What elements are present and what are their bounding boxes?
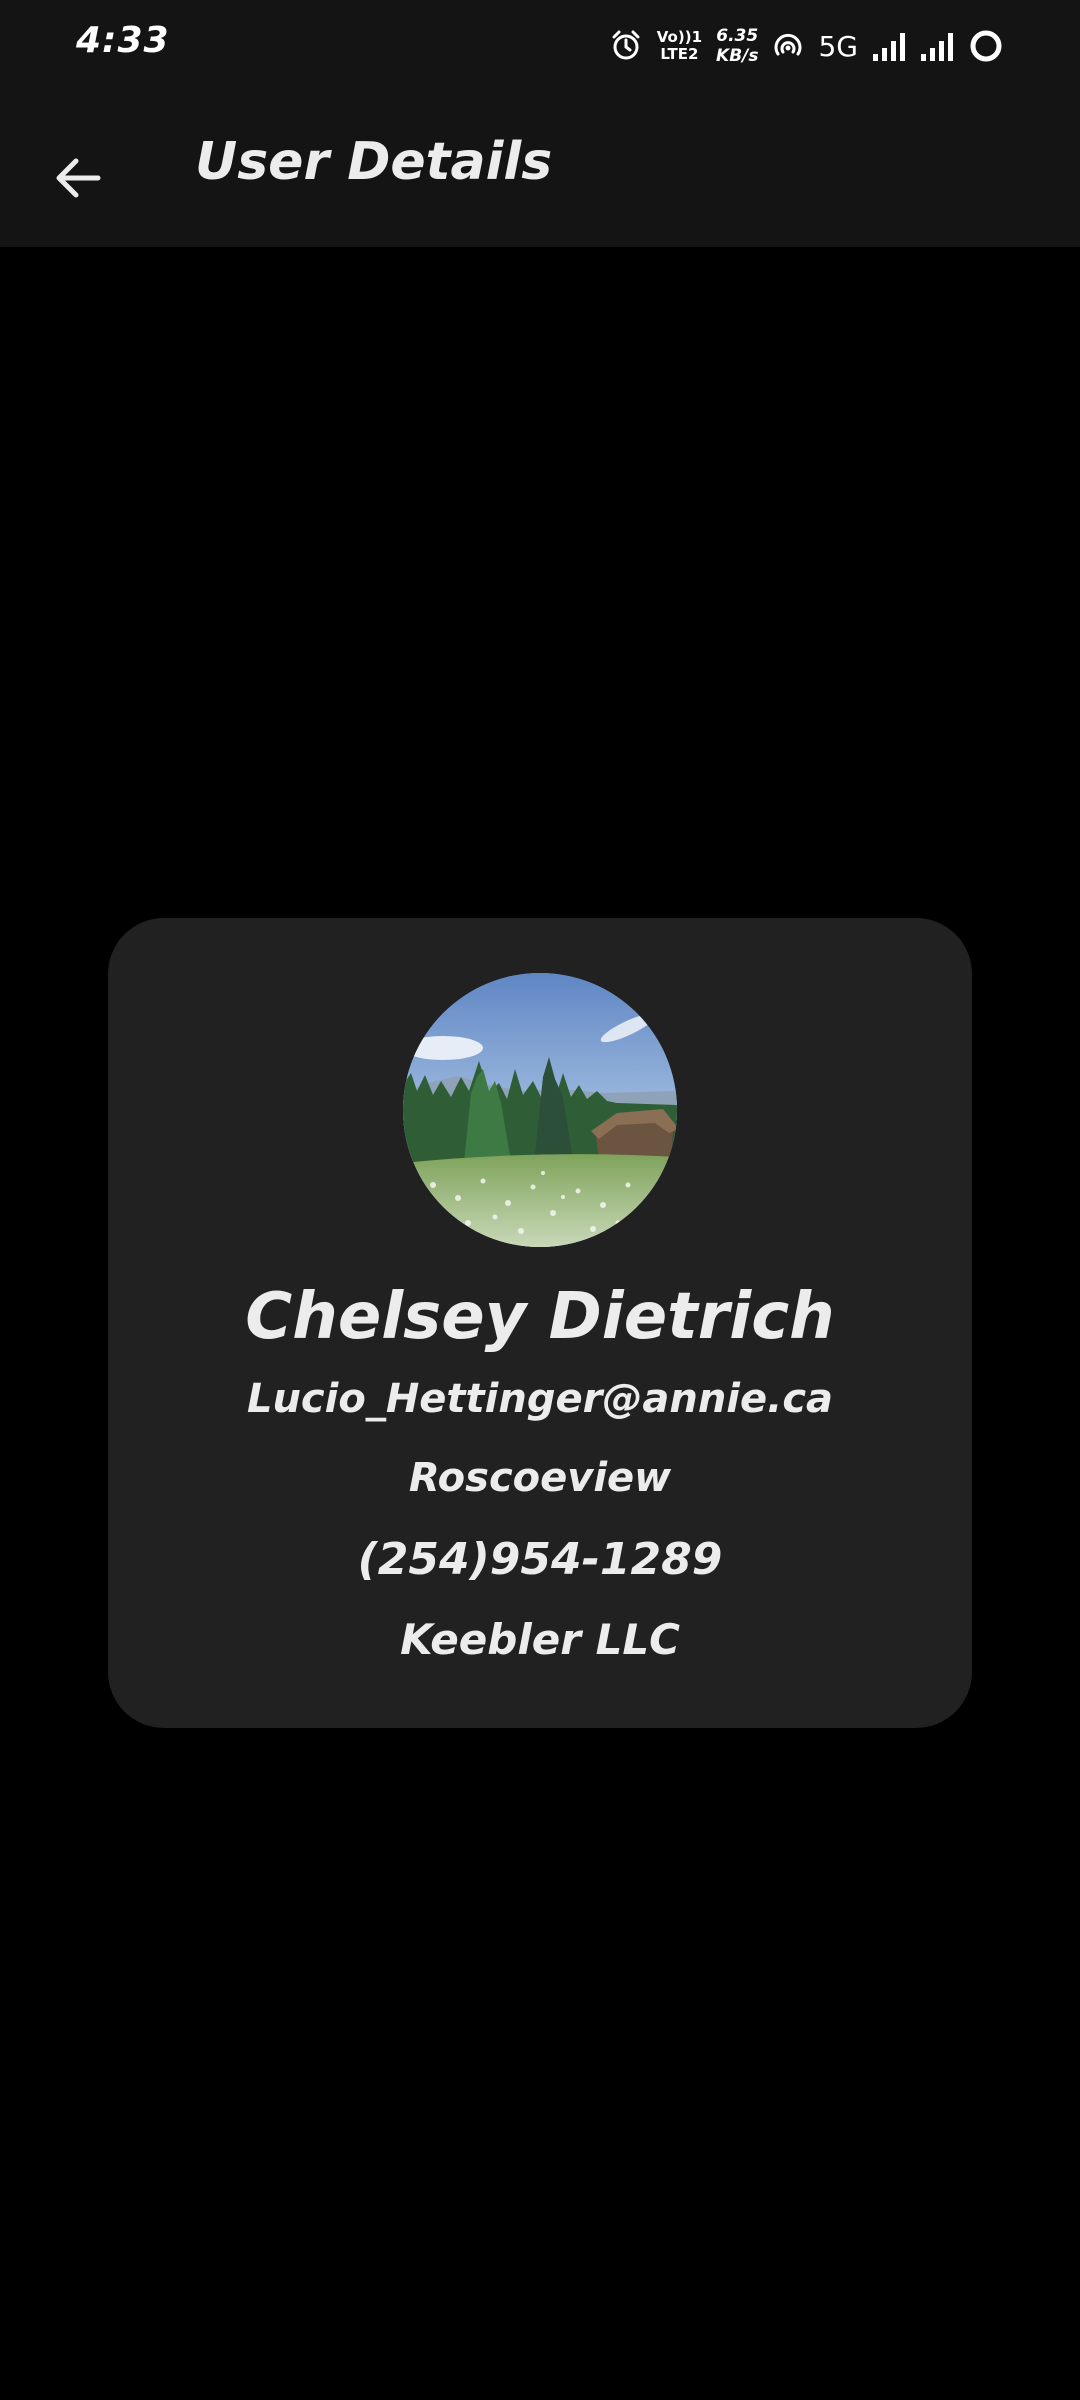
- status-time: 4:33: [76, 20, 170, 61]
- battery-icon: [968, 28, 1004, 64]
- alarm-icon: [609, 29, 643, 63]
- speed-value: 6.35: [716, 26, 759, 46]
- hotspot-icon: [772, 30, 804, 62]
- network-type: 5G: [818, 29, 858, 63]
- volte-bottom-label: LTE2: [660, 45, 699, 63]
- app-toolbar: User Details: [0, 92, 1080, 247]
- user-phone: (254)954-1289: [357, 1534, 723, 1585]
- page-title: User Details: [195, 132, 553, 192]
- screen: 4:33 Vo))1 LTE2 6.35 KB/s 5G User Detail…: [0, 0, 1080, 2400]
- signal-icon: [872, 30, 906, 62]
- user-card: Chelsey Dietrich Lucio_Hettinger@annie.c…: [108, 918, 972, 1728]
- user-name: Chelsey Dietrich: [245, 1280, 835, 1354]
- back-button[interactable]: [36, 136, 120, 220]
- status-icons: Vo))1 LTE2 6.35 KB/s 5G: [609, 22, 1004, 70]
- user-company: Keebler LLC: [400, 1615, 680, 1664]
- arrow-left-icon: [56, 158, 101, 198]
- speed-unit: KB/s: [716, 46, 759, 66]
- signal-icon: [920, 30, 954, 62]
- avatar: [403, 973, 677, 1247]
- volte-icon: Vo))1 LTE2: [657, 29, 702, 63]
- status-bar: 4:33 Vo))1 LTE2 6.35 KB/s 5G: [0, 0, 1080, 92]
- volte-top-label: Vo))1: [656, 28, 703, 46]
- user-email: Lucio_Hettinger@annie.ca: [246, 1376, 834, 1422]
- network-speed: 6.35 KB/s: [716, 26, 758, 66]
- user-city: Roscoeview: [408, 1455, 672, 1501]
